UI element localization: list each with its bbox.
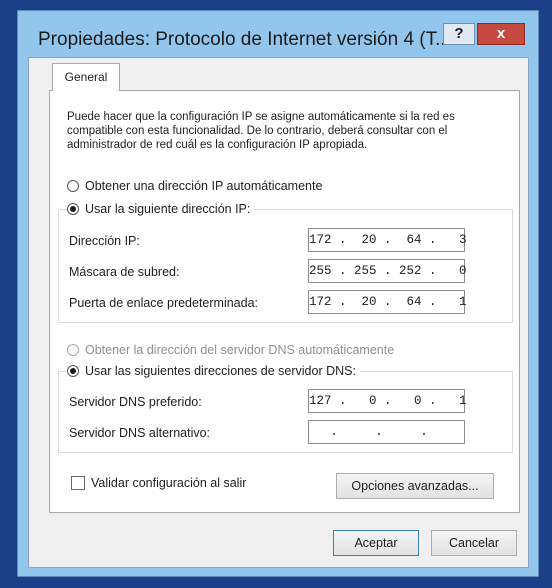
dns-auto-radio[interactable] — [67, 344, 79, 356]
gateway-input[interactable]: 172 . 20 . 64 . 1 — [308, 290, 467, 314]
preferred-dns-input[interactable]: 127 . 0 . 0 . 1 — [308, 389, 467, 413]
dns-manual-label: Usar las siguientes direcciones de servi… — [85, 364, 356, 378]
tab-general[interactable]: General — [52, 63, 120, 91]
description-text: Puede hacer que la configuración IP se a… — [67, 111, 455, 151]
preferred-dns-label: Servidor DNS preferido: — [69, 395, 202, 409]
dialog-window: Propiedades: Protocolo de Internet versi… — [17, 10, 539, 577]
ip-address-input[interactable]: 172 . 20 . 64 . 3 — [308, 228, 467, 252]
gateway-label: Puerta de enlace predeterminada: — [69, 296, 259, 310]
subnet-mask-label: Máscara de subred: — [69, 265, 180, 279]
advanced-options-button[interactable]: Opciones avanzadas... — [336, 473, 494, 499]
general-panel: Puede hacer que la configuración IP se a… — [49, 90, 520, 513]
ip-auto-label: Obtener una dirección IP automáticamente — [85, 179, 323, 193]
subnet-mask-input[interactable]: 255 . 255 . 252 . 0 — [308, 259, 467, 283]
close-button[interactable]: x — [477, 23, 525, 45]
ip-address-label: Dirección IP: — [69, 234, 140, 248]
help-button[interactable]: ? — [443, 23, 475, 45]
window-title: Propiedades: Protocolo de Internet versi… — [38, 29, 451, 50]
dns-auto-label: Obtener la dirección del servidor DNS au… — [85, 343, 395, 357]
dns-manual-option[interactable]: Usar las siguientes direcciones de servi… — [67, 364, 360, 378]
dialog-client-area: General Puede hacer que la configuración… — [28, 57, 529, 568]
alternate-dns-label: Servidor DNS alternativo: — [69, 426, 211, 440]
cancel-button[interactable]: Cancelar — [431, 530, 517, 556]
ip-auto-radio[interactable] — [67, 180, 79, 192]
title-bar: Propiedades: Protocolo de Internet versi… — [18, 11, 538, 57]
alternate-dns-input[interactable]: . . . — [308, 420, 465, 444]
ip-manual-radio[interactable] — [67, 203, 79, 215]
ip-manual-option[interactable]: Usar la siguiente dirección IP: — [67, 202, 255, 216]
ip-manual-label: Usar la siguiente dirección IP: — [85, 202, 251, 216]
accept-button[interactable]: Aceptar — [333, 530, 419, 556]
validate-option[interactable]: Validar configuración al salir — [71, 476, 246, 490]
dns-auto-option[interactable]: Obtener la dirección del servidor DNS au… — [67, 343, 394, 357]
dns-manual-radio[interactable] — [67, 365, 79, 377]
validate-checkbox[interactable] — [71, 476, 85, 490]
validate-label: Validar configuración al salir — [91, 476, 247, 490]
ip-auto-option[interactable]: Obtener una dirección IP automáticamente — [67, 179, 322, 193]
